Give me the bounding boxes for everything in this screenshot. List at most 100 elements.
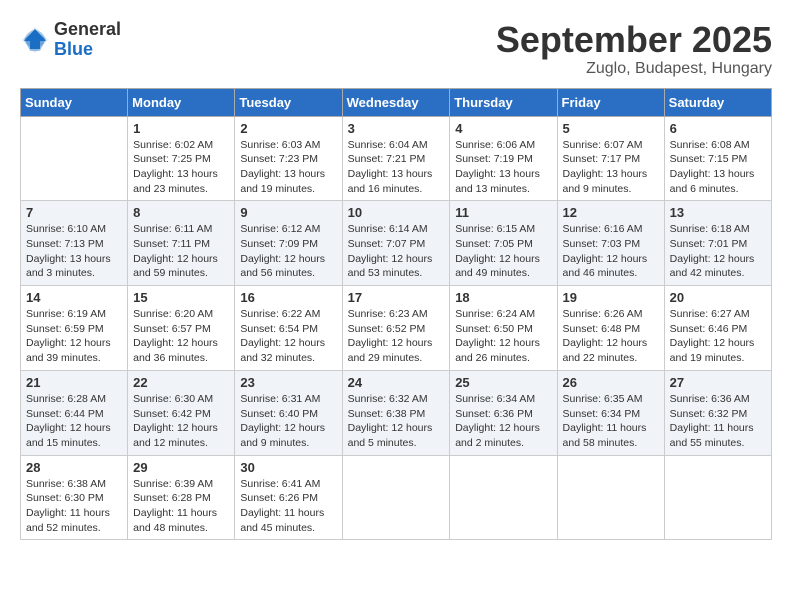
- calendar-day-cell: 6Sunrise: 6:08 AMSunset: 7:15 PMDaylight…: [664, 116, 771, 201]
- calendar-day-cell: 7Sunrise: 6:10 AMSunset: 7:13 PMDaylight…: [21, 201, 128, 286]
- day-detail: Sunrise: 6:19 AMSunset: 6:59 PMDaylight:…: [26, 307, 122, 366]
- calendar-day-cell: 19Sunrise: 6:26 AMSunset: 6:48 PMDayligh…: [557, 286, 664, 371]
- calendar-day-cell: 20 Sunrise: 6:27 AMSunset: 6:46 PMDayligh…: [664, 286, 771, 371]
- calendar-table: SundayMondayTuesdayWednesdayThursdayFrid…: [20, 88, 772, 541]
- location-text: Zuglo, Budapest, Hungary: [496, 60, 772, 78]
- calendar-day-cell: 21 Sunrise: 6:28 AMSunset: 6:44 PMDayligh…: [21, 370, 128, 455]
- day-number: 9: [240, 205, 336, 220]
- day-of-week-header: Friday: [557, 88, 664, 116]
- calendar-day-cell: 5 Sunrise: 6:07 AMSunset: 7:17 PMDaylight…: [557, 116, 664, 201]
- calendar-day-cell: [664, 455, 771, 540]
- calendar-week-row: 21 Sunrise: 6:28 AMSunset: 6:44 PMDayligh…: [21, 370, 772, 455]
- day-detail: Sunrise: 6:36 AMSunset: 6:32 PMDaylight:…: [670, 392, 766, 451]
- calendar-day-cell: 30 Sunrise: 6:41 AMSunset: 6:26 PMDayligh…: [235, 455, 342, 540]
- day-number: 19: [563, 290, 659, 305]
- day-number: 27: [670, 375, 766, 390]
- day-detail: Sunrise: 6:02 AMSunset: 7:25 PMDaylight:…: [133, 138, 229, 197]
- day-of-week-header: Saturday: [664, 88, 771, 116]
- calendar-day-cell: 14 Sunrise: 6:19 AMSunset: 6:59 PMDayligh…: [21, 286, 128, 371]
- day-detail: Sunrise: 6:30 AMSunset: 6:42 PMDaylight:…: [133, 392, 229, 451]
- calendar-week-row: 1 Sunrise: 6:02 AMSunset: 7:25 PMDaylight…: [21, 116, 772, 201]
- day-number: 22: [133, 375, 229, 390]
- calendar-day-cell: [342, 455, 450, 540]
- calendar-day-cell: [450, 455, 557, 540]
- calendar-day-cell: 10 Sunrise: 6:14 AMSunset: 7:07 PMDayligh…: [342, 201, 450, 286]
- day-number: 11: [455, 205, 551, 220]
- day-number: 25: [455, 375, 551, 390]
- day-of-week-header: Thursday: [450, 88, 557, 116]
- calendar-week-row: 28Sunrise: 6:38 AMSunset: 6:30 PMDayligh…: [21, 455, 772, 540]
- day-number: 1: [133, 121, 229, 136]
- calendar-day-cell: 29Sunrise: 6:39 AMSunset: 6:28 PMDayligh…: [128, 455, 235, 540]
- calendar-day-cell: [557, 455, 664, 540]
- calendar-day-cell: 12Sunrise: 6:16 AMSunset: 7:03 PMDayligh…: [557, 201, 664, 286]
- day-detail: Sunrise: 6:15 AMSunset: 7:05 PMDaylight:…: [455, 222, 551, 281]
- day-detail: Sunrise: 6:28 AMSunset: 6:44 PMDaylight:…: [26, 392, 122, 451]
- day-detail: Sunrise: 6:22 AMSunset: 6:54 PMDaylight:…: [240, 307, 336, 366]
- day-detail: Sunrise: 6:12 AMSunset: 7:09 PMDaylight:…: [240, 222, 336, 281]
- calendar-day-cell: 2 Sunrise: 6:03 AMSunset: 7:23 PMDaylight…: [235, 116, 342, 201]
- calendar-day-cell: 4Sunrise: 6:06 AMSunset: 7:19 PMDaylight…: [450, 116, 557, 201]
- day-detail: Sunrise: 6:20 AMSunset: 6:57 PMDaylight:…: [133, 307, 229, 366]
- day-number: 7: [26, 205, 122, 220]
- day-number: 15: [133, 290, 229, 305]
- calendar-day-cell: [21, 116, 128, 201]
- day-of-week-header: Monday: [128, 88, 235, 116]
- logo: General Blue: [20, 20, 121, 60]
- day-number: 30: [240, 460, 336, 475]
- day-number: 29: [133, 460, 229, 475]
- day-number: 21: [26, 375, 122, 390]
- day-detail: Sunrise: 6:23 AMSunset: 6:52 PMDaylight:…: [348, 307, 445, 366]
- day-of-week-header: Tuesday: [235, 88, 342, 116]
- calendar-day-cell: 13Sunrise: 6:18 AMSunset: 7:01 PMDayligh…: [664, 201, 771, 286]
- logo-icon: [20, 25, 50, 55]
- day-number: 16: [240, 290, 336, 305]
- day-number: 18: [455, 290, 551, 305]
- logo-general-text: General: [54, 20, 121, 40]
- day-number: 12: [563, 205, 659, 220]
- day-detail: Sunrise: 6:24 AMSunset: 6:50 PMDaylight:…: [455, 307, 551, 366]
- calendar-day-cell: 16 Sunrise: 6:22 AMSunset: 6:54 PMDayligh…: [235, 286, 342, 371]
- day-number: 10: [348, 205, 445, 220]
- calendar-day-cell: 28Sunrise: 6:38 AMSunset: 6:30 PMDayligh…: [21, 455, 128, 540]
- day-number: 8: [133, 205, 229, 220]
- day-detail: Sunrise: 6:31 AMSunset: 6:40 PMDaylight:…: [240, 392, 336, 451]
- day-number: 2: [240, 121, 336, 136]
- day-detail: Sunrise: 6:32 AMSunset: 6:38 PMDaylight:…: [348, 392, 445, 451]
- day-number: 28: [26, 460, 122, 475]
- day-number: 26: [563, 375, 659, 390]
- day-detail: Sunrise: 6:14 AMSunset: 7:07 PMDaylight:…: [348, 222, 445, 281]
- calendar-day-cell: 22 Sunrise: 6:30 AMSunset: 6:42 PMDayligh…: [128, 370, 235, 455]
- page-header: General Blue September 2025 Zuglo, Budap…: [20, 20, 772, 78]
- calendar-day-cell: 17 Sunrise: 6:23 AMSunset: 6:52 PMDayligh…: [342, 286, 450, 371]
- day-detail: Sunrise: 6:27 AMSunset: 6:46 PMDaylight:…: [670, 307, 766, 366]
- calendar-day-cell: 9 Sunrise: 6:12 AMSunset: 7:09 PMDaylight…: [235, 201, 342, 286]
- month-title: September 2025: [496, 20, 772, 60]
- calendar-day-cell: 26 Sunrise: 6:35 AMSunset: 6:34 PMDayligh…: [557, 370, 664, 455]
- day-detail: Sunrise: 6:34 AMSunset: 6:36 PMDaylight:…: [455, 392, 551, 451]
- title-block: September 2025 Zuglo, Budapest, Hungary: [496, 20, 772, 78]
- calendar-day-cell: 25 Sunrise: 6:34 AMSunset: 6:36 PMDayligh…: [450, 370, 557, 455]
- day-number: 4: [455, 121, 551, 136]
- calendar-day-cell: 27 Sunrise: 6:36 AMSunset: 6:32 PMDayligh…: [664, 370, 771, 455]
- day-number: 6: [670, 121, 766, 136]
- calendar-day-cell: 1 Sunrise: 6:02 AMSunset: 7:25 PMDaylight…: [128, 116, 235, 201]
- day-of-week-header: Sunday: [21, 88, 128, 116]
- day-detail: Sunrise: 6:03 AMSunset: 7:23 PMDaylight:…: [240, 138, 336, 197]
- day-number: 3: [348, 121, 445, 136]
- calendar-header-row: SundayMondayTuesdayWednesdayThursdayFrid…: [21, 88, 772, 116]
- calendar-day-cell: 18 Sunrise: 6:24 AMSunset: 6:50 PMDayligh…: [450, 286, 557, 371]
- day-detail: Sunrise: 6:11 AMSunset: 7:11 PMDaylight:…: [133, 222, 229, 281]
- day-number: 5: [563, 121, 659, 136]
- calendar-day-cell: 3Sunrise: 6:04 AMSunset: 7:21 PMDaylight…: [342, 116, 450, 201]
- day-detail: Sunrise: 6:41 AMSunset: 6:26 PMDaylight:…: [240, 477, 336, 536]
- day-detail: Sunrise: 6:35 AMSunset: 6:34 PMDaylight:…: [563, 392, 659, 451]
- calendar-day-cell: 23 Sunrise: 6:31 AMSunset: 6:40 PMDayligh…: [235, 370, 342, 455]
- day-number: 20: [670, 290, 766, 305]
- day-detail: Sunrise: 6:07 AMSunset: 7:17 PMDaylight:…: [563, 138, 659, 197]
- day-number: 17: [348, 290, 445, 305]
- calendar-day-cell: 11 Sunrise: 6:15 AMSunset: 7:05 PMDayligh…: [450, 201, 557, 286]
- day-number: 14: [26, 290, 122, 305]
- day-number: 23: [240, 375, 336, 390]
- calendar-week-row: 7Sunrise: 6:10 AMSunset: 7:13 PMDaylight…: [21, 201, 772, 286]
